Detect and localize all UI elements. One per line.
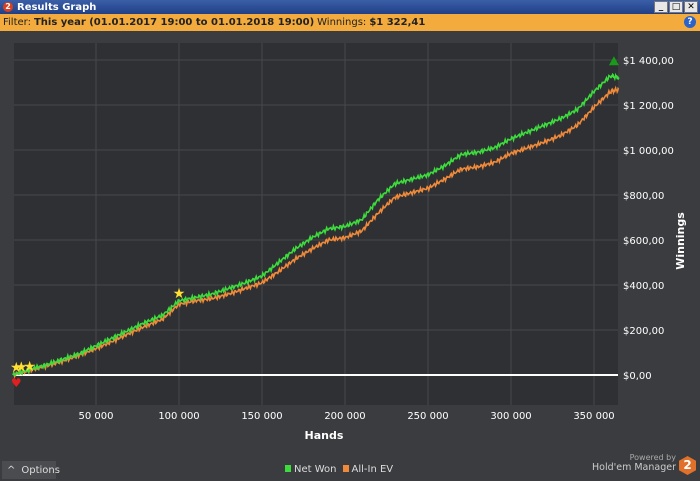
brand-name: Hold'em Manager — [592, 462, 676, 473]
y-tick-label: $1 000,00 — [623, 146, 674, 157]
title-bar: 2 Results Graph _ □ ✕ — [0, 0, 700, 14]
y-tick-label: $600,00 — [623, 236, 664, 247]
help-icon[interactable]: ? — [684, 16, 696, 28]
y-tick-label: $800,00 — [623, 191, 664, 202]
y-tick-label: $1 400,00 — [623, 56, 674, 67]
options-label: Options — [21, 464, 60, 476]
close-button[interactable]: ✕ — [684, 1, 698, 13]
legend-swatch — [285, 465, 291, 472]
y-tick-label: $200,00 — [623, 326, 664, 337]
hm2-logo-icon: 2 — [679, 456, 696, 475]
legend-all-in-ev[interactable]: All-In EV — [342, 464, 394, 475]
legend-label: All-In EV — [351, 464, 394, 475]
x-tick-label: 200 000 — [324, 411, 365, 422]
x-tick-label: 150 000 — [241, 411, 282, 422]
window-title: Results Graph — [17, 1, 97, 13]
x-tick-label: 350 000 — [573, 411, 614, 422]
winnings-value: $1 322,41 — [369, 17, 426, 28]
filter-label: Filter: — [3, 17, 31, 28]
legend-label: Net Won — [294, 464, 337, 475]
y-tick-label: $0,00 — [623, 371, 652, 382]
options-button[interactable]: ^ Options — [2, 461, 60, 479]
x-tick-label: 100 000 — [158, 411, 199, 422]
star-marker-icon: ★ — [173, 286, 186, 302]
plot-area — [14, 43, 618, 405]
legend-net-won[interactable]: Net Won — [285, 464, 337, 475]
y-axis-label: Winnings — [674, 212, 687, 270]
star-marker-icon: ★ — [23, 359, 36, 375]
x-tick-label: 250 000 — [407, 411, 448, 422]
winnings-label: Winnings: — [317, 17, 367, 28]
legend: Net Won All-In EV — [285, 464, 393, 475]
brand: Powered by Hold'em Manager — [592, 453, 676, 473]
filter-value[interactable]: This year (01.01.2017 19:00 to 01.01.201… — [34, 17, 314, 28]
filter-bar: Filter: This year (01.01.2017 19:00 to 0… — [0, 14, 700, 31]
app-icon: 2 — [3, 2, 13, 12]
x-tick-label: 300 000 — [490, 411, 531, 422]
y-tick-label: $400,00 — [623, 281, 664, 292]
min-heart-marker-icon: ♥ — [11, 376, 22, 390]
results-chart: $0,00 $200,00 $400,00 $600,00 $800,00 $1 000,… — [10, 43, 687, 442]
x-tick-label: 50 000 — [79, 411, 114, 422]
y-tick-label: $1 200,00 — [623, 101, 674, 112]
maximize-button[interactable]: □ — [669, 1, 683, 13]
legend-swatch — [342, 465, 349, 472]
x-axis-label: Hands — [305, 429, 344, 442]
chevron-up-icon: ^ — [7, 464, 16, 476]
minimize-button[interactable]: _ — [654, 1, 668, 13]
